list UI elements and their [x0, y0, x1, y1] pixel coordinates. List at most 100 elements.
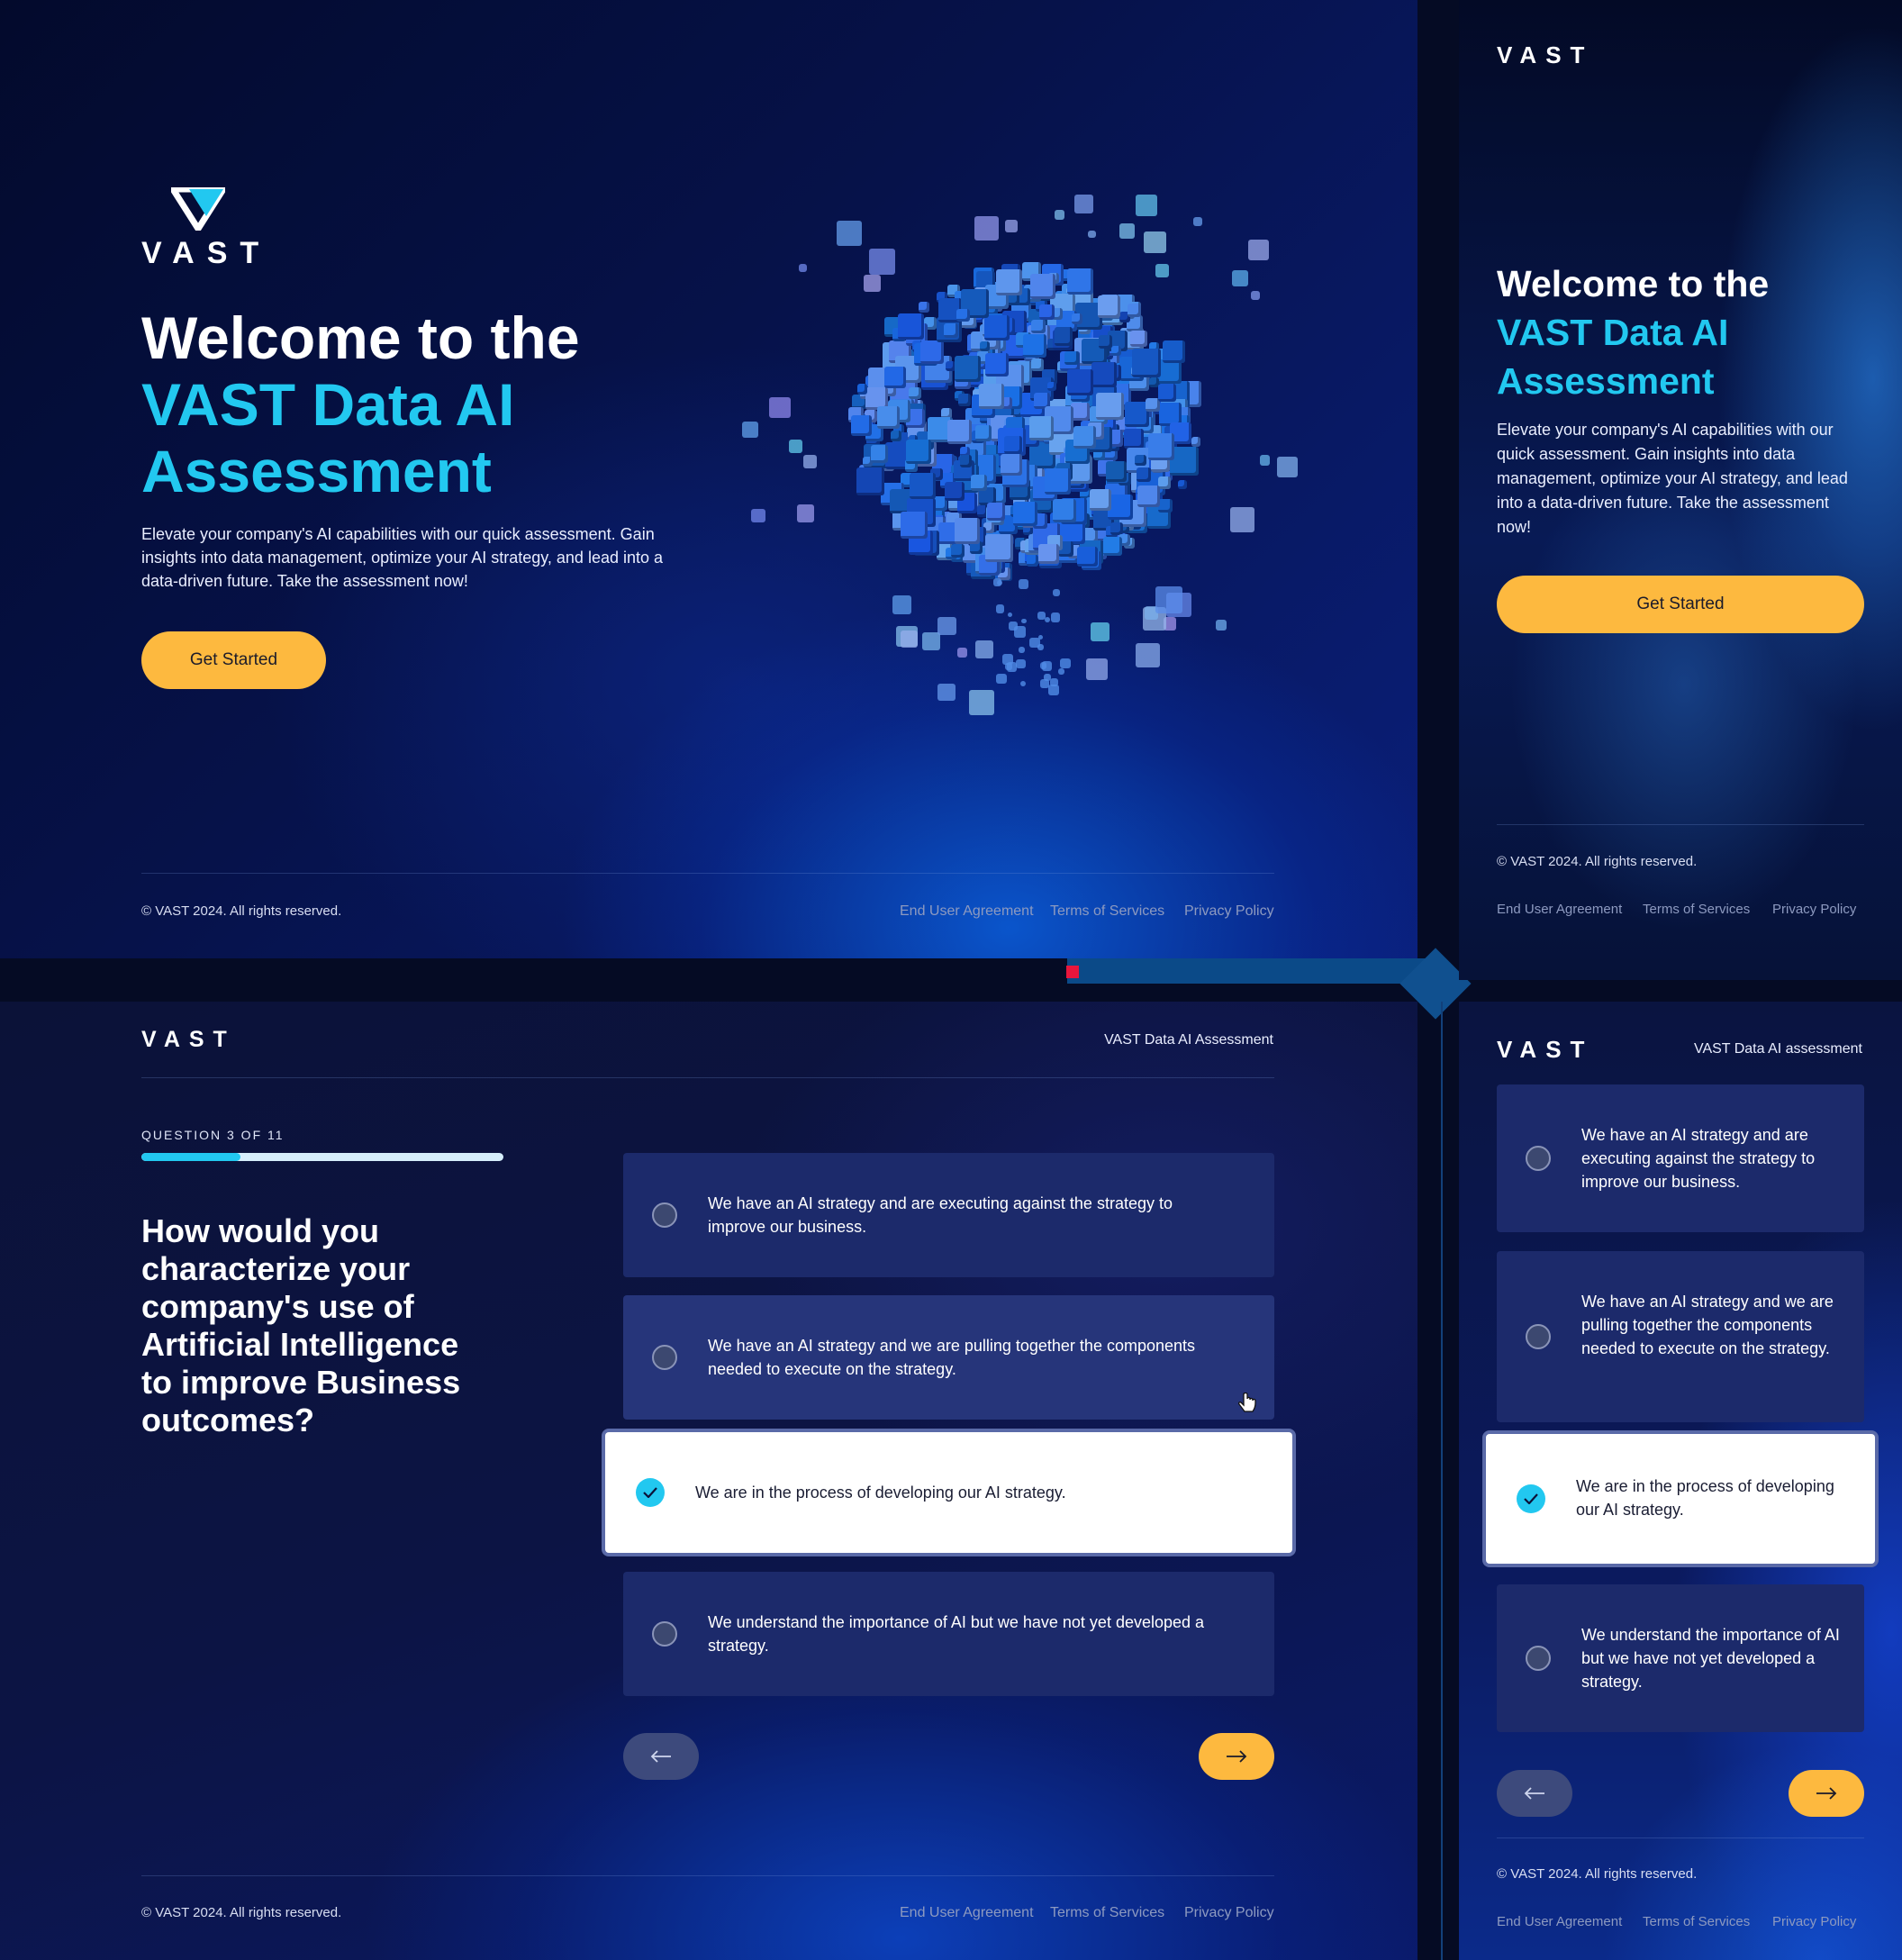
privacy-policy-link[interactable]: Privacy Policy — [1184, 1905, 1274, 1921]
footer-copyright: © VAST 2024. All rights reserved. — [1497, 1866, 1698, 1882]
answer-option-2[interactable]: We have an AI strategy and we are pullin… — [623, 1295, 1274, 1420]
answer-option-2[interactable]: We have an AI strategy and we are pullin… — [1497, 1251, 1864, 1422]
brain-voxel — [1001, 453, 1022, 476]
brain-stem-voxel — [1041, 660, 1053, 672]
floating-voxel — [751, 509, 765, 523]
brain-voxel — [1127, 303, 1141, 317]
answer-option-4[interactable]: We understand the importance of AI but w… — [1497, 1584, 1864, 1732]
brain-voxel — [1098, 295, 1120, 318]
answer-option-4[interactable]: We understand the importance of AI but w… — [623, 1572, 1274, 1696]
checkmark-icon[interactable] — [1517, 1484, 1545, 1513]
footer-copyright: © VAST 2024. All rights reserved. — [141, 903, 342, 919]
brain-voxel — [985, 534, 1014, 563]
radio-unselected-icon[interactable] — [652, 1202, 677, 1228]
question-mobile-panel: VAST VAST Data AI assessment We have an … — [1459, 1002, 1902, 1960]
get-started-button[interactable]: Get Started — [141, 631, 326, 689]
brain-voxel — [876, 406, 901, 430]
brain-voxel — [956, 308, 970, 322]
brain-stem-voxel — [1020, 618, 1027, 624]
next-button[interactable] — [1789, 1770, 1864, 1817]
terms-of-services-link[interactable]: Terms of Services — [1643, 1914, 1750, 1929]
floating-voxel — [1155, 263, 1169, 277]
floating-voxel — [1193, 217, 1203, 227]
answer-option-3-selected[interactable]: We are in the process of developing our … — [605, 1432, 1292, 1553]
get-started-button[interactable]: Get Started — [1497, 576, 1864, 633]
welcome-title: Welcome to the VAST Data AI Assessment — [141, 304, 580, 504]
end-user-agreement-link[interactable]: End User Agreement — [1497, 902, 1622, 917]
answer-option-label: We understand the importance of AI but w… — [1581, 1626, 1840, 1691]
floating-voxel — [837, 220, 863, 246]
brain-voxel — [1071, 402, 1091, 422]
floating-voxel — [975, 640, 994, 659]
floating-voxel — [1277, 457, 1298, 477]
brain-voxel — [906, 439, 931, 464]
brain-voxel — [1047, 381, 1057, 391]
next-button[interactable] — [1199, 1733, 1274, 1780]
brain-voxel — [1158, 499, 1173, 513]
brain-voxel — [1004, 436, 1023, 455]
brain-voxel — [919, 340, 944, 365]
radio-unselected-icon[interactable] — [1526, 1646, 1551, 1671]
answer-option-label: We have an AI strategy and we are pullin… — [708, 1337, 1196, 1378]
back-button[interactable] — [1497, 1770, 1572, 1817]
end-user-agreement-link[interactable]: End User Agreement — [900, 903, 1034, 920]
brain-voxel — [850, 414, 872, 436]
brain-voxel — [1110, 522, 1123, 536]
welcome-description: Elevate your company's AI capabilities w… — [141, 525, 664, 590]
floating-voxel — [1259, 455, 1271, 466]
brain-voxel — [979, 341, 990, 352]
brain-voxel — [978, 383, 1004, 410]
brain-voxel — [1106, 461, 1127, 482]
brain-voxel — [1158, 476, 1172, 490]
brain-voxel — [1123, 429, 1144, 449]
brain-voxel — [1038, 543, 1059, 565]
answer-option-1[interactable]: We have an AI strategy and are executing… — [1497, 1084, 1864, 1232]
radio-unselected-icon[interactable] — [1526, 1146, 1551, 1171]
radio-unselected-icon[interactable] — [652, 1621, 677, 1647]
brain-voxel — [1177, 479, 1188, 489]
answer-option-label: We are in the process of developing our … — [695, 1484, 1066, 1502]
brain-voxel — [1054, 327, 1073, 346]
brain-stem-voxel — [1053, 589, 1061, 597]
radio-unselected-icon[interactable] — [652, 1345, 677, 1370]
brain-voxel — [1157, 359, 1182, 385]
brain-voxel — [1027, 554, 1038, 567]
brain-voxel — [945, 361, 956, 372]
progress-fill — [141, 1153, 240, 1161]
question-counter: QUESTION 3 OF 11 — [141, 1128, 285, 1142]
floating-voxel — [789, 440, 803, 454]
end-user-agreement-link[interactable]: End User Agreement — [1497, 1914, 1622, 1929]
terms-of-services-link[interactable]: Terms of Services — [1050, 1905, 1164, 1921]
floating-voxel — [937, 683, 956, 701]
privacy-policy-link[interactable]: Privacy Policy — [1772, 1914, 1856, 1929]
vast-wordmark: VAST — [141, 236, 272, 270]
brain-voxel — [1130, 330, 1148, 348]
brain-voxel — [1023, 334, 1047, 358]
back-button[interactable] — [623, 1733, 699, 1780]
footer-divider — [141, 873, 1274, 874]
answer-option-3-selected[interactable]: We are in the process of developing our … — [1486, 1434, 1875, 1564]
floating-voxel — [769, 396, 792, 419]
terms-of-services-link[interactable]: Terms of Services — [1643, 902, 1750, 917]
answer-option-label: We have an AI strategy and we are pullin… — [1581, 1293, 1834, 1357]
brain-voxel — [954, 518, 981, 544]
brain-voxel — [984, 315, 1010, 340]
radio-unselected-icon[interactable] — [1526, 1324, 1551, 1349]
privacy-policy-link[interactable]: Privacy Policy — [1184, 903, 1274, 920]
privacy-policy-link[interactable]: Privacy Policy — [1772, 902, 1856, 917]
end-user-agreement-link[interactable]: End User Agreement — [900, 1905, 1034, 1921]
arrow-right-icon — [1227, 1750, 1247, 1763]
answer-option-1[interactable]: We have an AI strategy and are executing… — [623, 1153, 1274, 1277]
terms-of-services-link[interactable]: Terms of Services — [1050, 903, 1164, 920]
brain-voxel — [1066, 368, 1094, 396]
vast-logo-icon — [171, 187, 225, 231]
brain-voxel — [898, 313, 925, 340]
brain-voxel — [1012, 501, 1037, 526]
floating-voxel — [799, 264, 808, 273]
checkmark-icon[interactable] — [636, 1478, 665, 1507]
brain-voxel — [1102, 537, 1122, 557]
brain-voxel — [1052, 499, 1076, 523]
red-marker — [1066, 966, 1079, 978]
brain-voxel — [996, 269, 1022, 296]
floating-voxel — [1250, 291, 1260, 301]
